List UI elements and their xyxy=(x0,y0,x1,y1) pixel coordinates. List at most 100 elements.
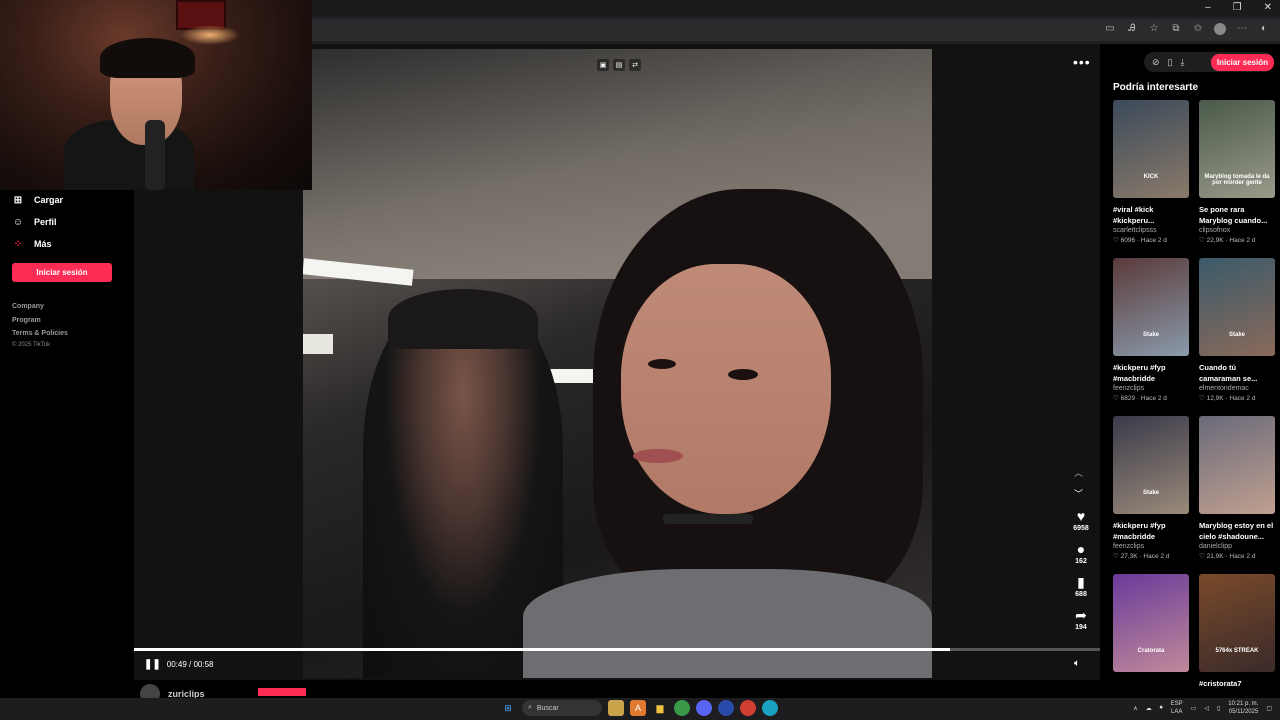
close-icon[interactable]: ✕ xyxy=(1264,2,1272,13)
like-count: 6958 xyxy=(1073,525,1089,532)
video-card[interactable]: KICK #viral #kick #kickperu... scarlettcli… xyxy=(1113,100,1191,244)
card-caption[interactable]: Cuando tú camaraman se... xyxy=(1199,362,1277,384)
card-author[interactable]: feenzclips xyxy=(1113,543,1191,550)
cloud-icon[interactable]: ☁ xyxy=(1146,705,1152,712)
copilot-icon[interactable]: ◐ xyxy=(1258,23,1270,38)
monitor-icon[interactable]: ▭ xyxy=(1191,705,1197,712)
card-author[interactable]: elmentondemac xyxy=(1199,385,1277,392)
notification-icon[interactable]: ▢ xyxy=(1266,705,1272,712)
video-cap xyxy=(388,289,538,349)
card-likes: 6096 xyxy=(1120,237,1136,244)
card-caption[interactable]: #kickperu #fyp #macbridde xyxy=(1113,520,1191,542)
sidebar-item-more[interactable]: ⁘ Más xyxy=(12,238,52,250)
card-caption[interactable]: #cristorata7 xyxy=(1199,678,1277,700)
share-button[interactable]: ➦ 194 xyxy=(1075,607,1087,640)
clock[interactable]: 10:21 p. m. 05/11/2025 xyxy=(1228,700,1258,716)
app-icon-a[interactable]: A xyxy=(630,700,646,716)
card-caption[interactable]: #kickperu #fyp #macbridde xyxy=(1113,362,1191,384)
pip-icon[interactable]: ▣ xyxy=(597,59,609,71)
sidebar-item-label: Cargar xyxy=(34,195,64,205)
save-button[interactable]: ▮ 688 xyxy=(1075,574,1087,607)
comment-button[interactable]: ● 162 xyxy=(1075,541,1087,574)
chrome-icon[interactable] xyxy=(674,700,690,716)
address-bar[interactable]: ▭ Ꭿ ☆ ⧉ ✩ ⋯ ◐ xyxy=(312,19,1280,41)
video-card[interactable]: 5764x STREAK #cristorata7 xyxy=(1199,574,1277,701)
menu-dots-icon[interactable]: ⋯ xyxy=(1236,23,1248,38)
video-thumbnail[interactable]: Stake xyxy=(1113,258,1189,356)
volume-icon[interactable]: ◁ xyxy=(1204,705,1209,712)
video-progress-bar[interactable] xyxy=(134,648,1100,651)
login-button-top[interactable]: Iniciar sesión xyxy=(1210,53,1274,71)
footer-link-program[interactable]: Program xyxy=(12,317,41,324)
video-card[interactable]: Stake #kickperu #fyp #macbridde feenzclips… xyxy=(1113,258,1191,402)
video-player[interactable]: ▣ ▤ ⇄ xyxy=(303,49,932,678)
language-indicator[interactable]: ESP LAA xyxy=(1171,700,1183,716)
taskbar-search[interactable]: ⌕ Buscar xyxy=(522,700,602,716)
extension-icon[interactable]: ⧉ xyxy=(1170,23,1182,38)
mic-icon[interactable]: ⏺ xyxy=(1160,705,1163,712)
translate-icon[interactable]: ⇄ xyxy=(629,59,641,71)
chrome-icon-2[interactable] xyxy=(740,700,756,716)
like-button[interactable]: ♥ 6958 xyxy=(1073,508,1089,541)
download-icon[interactable]: ⤓ xyxy=(1181,57,1185,68)
edge-icon[interactable] xyxy=(762,700,778,716)
footer-link-terms[interactable]: Terms & Policies xyxy=(12,330,68,337)
video-thumbnail[interactable]: Stake xyxy=(1113,416,1189,514)
chevron-up-icon[interactable]: ∧ xyxy=(1133,705,1137,712)
video-thumbnail[interactable]: Stake xyxy=(1199,258,1275,356)
star-icon[interactable]: ☆ xyxy=(1148,23,1160,38)
sidebar-item-upload[interactable]: ⊞ Cargar xyxy=(12,194,63,206)
heart-icon: ♥ xyxy=(1076,508,1086,524)
card-author[interactable]: clipsofnox xyxy=(1199,227,1277,234)
widget-icon[interactable] xyxy=(608,700,624,716)
card-meta: ♡ 12,9K · Hace 2 d xyxy=(1199,394,1277,402)
card-caption[interactable]: #viral #kick #kickperu... xyxy=(1113,204,1191,226)
pause-icon[interactable]: ❚❚ xyxy=(144,659,161,670)
compass-icon[interactable]: ⊘ xyxy=(1152,57,1160,68)
more-options-icon[interactable]: ••• xyxy=(1073,54,1091,70)
caption-icon[interactable]: ▤ xyxy=(613,59,625,71)
video-thumbnail[interactable]: 5764x STREAK xyxy=(1199,574,1275,672)
minimize-icon[interactable]: – xyxy=(1205,2,1211,13)
video-thumbnail[interactable]: Cratorata xyxy=(1113,574,1189,672)
app-icon-blue[interactable] xyxy=(718,700,734,716)
windows-start-icon[interactable]: ⊞ xyxy=(500,700,516,716)
screen-icon[interactable]: ▭ xyxy=(1104,23,1116,38)
chevron-down-icon[interactable]: ﹀ xyxy=(1074,487,1083,500)
video-card[interactable]: Cratoratadametijerita xyxy=(1113,574,1191,708)
chevron-up-icon[interactable]: ︿ xyxy=(1074,466,1083,479)
heart-icon: ♡ xyxy=(1199,237,1207,244)
restore-icon[interactable]: ❐ xyxy=(1233,2,1242,13)
card-author[interactable]: danielclipp xyxy=(1199,543,1277,550)
follow-button[interactable] xyxy=(258,688,306,696)
card-author[interactable]: scarlettclipsss xyxy=(1113,227,1191,234)
device-icon[interactable]: ▯ xyxy=(1168,57,1173,68)
battery-icon[interactable]: ▯ xyxy=(1217,705,1220,712)
folder-icon[interactable]: ▆ xyxy=(652,700,668,716)
video-thumbnail[interactable]: Maryblog tomada le da por morder gente xyxy=(1199,100,1275,198)
login-button[interactable]: Iniciar sesión xyxy=(12,263,112,282)
reader-icon[interactable]: Ꭿ xyxy=(1126,23,1138,38)
video-card[interactable]: Stake Cuando tú camaraman se... elmentonde… xyxy=(1199,258,1277,402)
video-lips xyxy=(633,449,683,463)
card-caption[interactable] xyxy=(1113,678,1191,700)
card-caption[interactable]: Se pone rara Maryblog cuando... xyxy=(1199,204,1277,226)
volume-icon[interactable]: 🔈︎ xyxy=(1074,658,1080,669)
video-thumbnail[interactable]: KICK xyxy=(1113,100,1189,198)
video-thumbnail[interactable] xyxy=(1199,416,1275,514)
favorites-icon[interactable]: ✩ xyxy=(1192,23,1204,38)
thumbnail-text: KICK xyxy=(1143,174,1159,180)
video-time: 00:49 / 00:58 xyxy=(166,660,214,669)
video-card[interactable]: Stake #kickperu #fyp #macbridde feenzclips… xyxy=(1113,416,1191,560)
sidebar-item-profile[interactable]: ☺ Perfil xyxy=(12,216,57,228)
card-caption[interactable]: Maryblog estoy en el cielo #shadoune... xyxy=(1199,520,1277,542)
video-eye xyxy=(728,369,758,380)
card-author[interactable]: feenzclips xyxy=(1113,385,1191,392)
discord-icon[interactable] xyxy=(696,700,712,716)
browser-toolbar-icons: ▭ Ꭿ ☆ ⧉ ✩ ⋯ ◐ xyxy=(1104,23,1270,38)
video-card[interactable]: Maryblog estoy en el cielo #shadoune... d… xyxy=(1199,416,1277,560)
video-card[interactable]: Maryblog tomada le da por morder gente Se… xyxy=(1199,100,1277,244)
footer-link-company[interactable]: Company xyxy=(12,303,44,310)
profile-icon[interactable] xyxy=(1214,23,1226,38)
system-tray: ∧ ☁ ⏺ ESP LAA ▭ ◁ ▯ 10:21 p. m. 05/11/20… xyxy=(1133,700,1272,716)
